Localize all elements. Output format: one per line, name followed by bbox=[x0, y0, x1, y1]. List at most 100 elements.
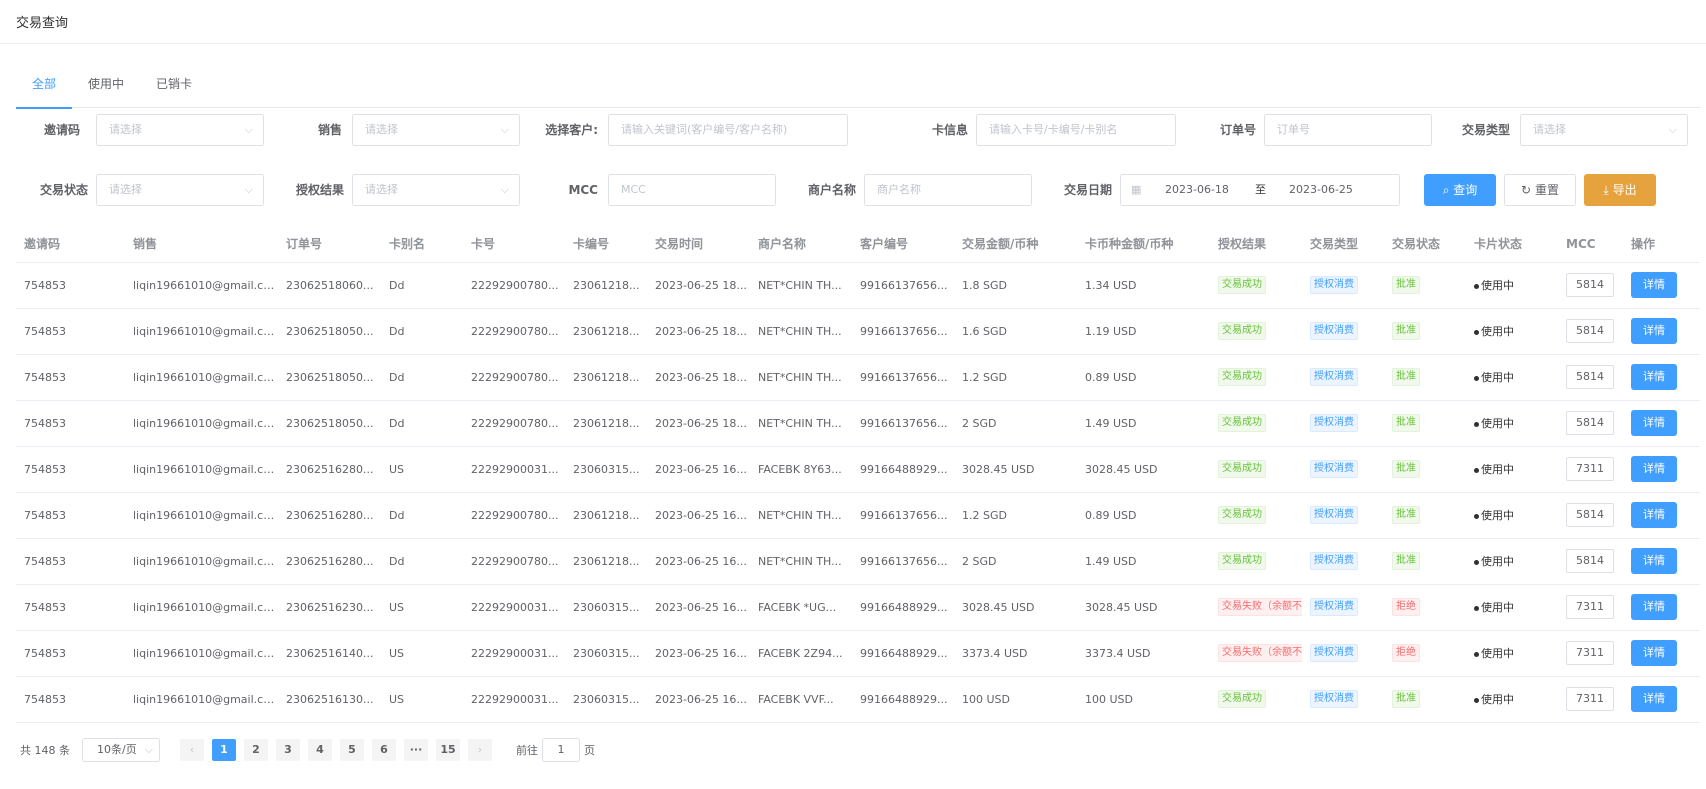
page-button[interactable]: 6 bbox=[372, 739, 396, 761]
cell-customer-no: 99166488929... bbox=[852, 676, 954, 723]
page-button[interactable]: 4 bbox=[308, 739, 332, 761]
more-pages-button[interactable]: ··· bbox=[404, 739, 428, 761]
detail-button[interactable]: 详情 bbox=[1631, 686, 1677, 712]
download-icon: ⤓ bbox=[1603, 183, 1609, 197]
detail-button[interactable]: 详情 bbox=[1631, 272, 1677, 298]
detail-button[interactable]: 详情 bbox=[1631, 364, 1677, 390]
auth-result-tag: 交易成功 bbox=[1218, 276, 1266, 294]
date-range-picker[interactable]: ▦ 2023-06-18 至 2023-06-25 bbox=[1120, 174, 1400, 206]
auth-result-label: 授权结果 bbox=[295, 183, 344, 197]
auth-result-tag: 交易成功 bbox=[1218, 552, 1266, 570]
trade-status-select[interactable]: 请选择 ⌵ bbox=[96, 174, 264, 206]
cell-customer-no: 99166137656... bbox=[852, 400, 954, 447]
prev-page-button[interactable]: ‹ bbox=[180, 739, 204, 761]
detail-button[interactable]: 详情 bbox=[1631, 502, 1677, 528]
tab-all[interactable]: 全部 bbox=[16, 72, 73, 109]
trade-type-select[interactable]: 请选择 ⌵ bbox=[1520, 114, 1688, 146]
page-size-select[interactable]: 10条/页 ⌵ bbox=[82, 738, 160, 762]
cell-trade-time: 2023-06-25 18... bbox=[647, 354, 750, 401]
table-row: 754853 liqin19661010@gmail.com 23062516280… bbox=[16, 538, 1700, 585]
cell-card-id: 23061218... bbox=[565, 492, 647, 539]
trade-status-tag: 批准 bbox=[1392, 322, 1420, 340]
trade-type-tag: 授权消费 bbox=[1310, 506, 1358, 524]
jump-label: 前往 bbox=[516, 744, 538, 757]
page-button[interactable]: 1 bbox=[212, 739, 236, 761]
jump-page-input[interactable]: 1 bbox=[542, 738, 580, 762]
page-button[interactable]: 2 bbox=[244, 739, 268, 761]
cell-amount: 2 SGD bbox=[954, 538, 1077, 585]
cell-amount: 2 SGD bbox=[954, 400, 1077, 447]
chevron-down-icon: ⌵ bbox=[500, 183, 509, 196]
filter-row-2: 交易状态 请选择 ⌵ 授权结果 请选择 ⌵ MCC MCC 商户名称 商户名称 … bbox=[0, 174, 1706, 206]
cell-card-amount: 1.19 USD bbox=[1077, 308, 1210, 355]
table-row: 754853 liqin19661010@gmail.com 23062516280… bbox=[16, 492, 1700, 539]
merchant-input[interactable]: 商户名称 bbox=[864, 174, 1032, 206]
cell-customer-no: 99166137656... bbox=[852, 308, 954, 355]
page-numbers: 1 2 3 4 5 6 ··· 15 bbox=[208, 739, 464, 761]
cell-order-no: 23062518050... bbox=[278, 400, 381, 447]
detail-button[interactable]: 详情 bbox=[1631, 410, 1677, 436]
auth-result-tag: 交易失败（余额不 bbox=[1218, 644, 1302, 662]
cell-card-id: 23061218... bbox=[565, 400, 647, 447]
page-header: 交易查询 bbox=[0, 0, 1706, 44]
cell-card-no: 22292900031... bbox=[463, 584, 565, 631]
search-button[interactable]: ⌕ 查询 bbox=[1424, 174, 1496, 206]
cell-card-alias: US bbox=[381, 584, 463, 631]
cell-sales-email: liqin19661010@gmail.com bbox=[125, 400, 278, 447]
status-dot-icon bbox=[1474, 513, 1479, 519]
cell-card-amount: 100 USD bbox=[1077, 676, 1210, 723]
mcc-value: 5814 bbox=[1566, 549, 1614, 573]
chevron-down-icon: ⌵ bbox=[500, 123, 509, 136]
cell-sales-email: liqin19661010@gmail.com bbox=[125, 354, 278, 401]
page-button[interactable]: 5 bbox=[340, 739, 364, 761]
cell-customer-no: 99166137656... bbox=[852, 354, 954, 401]
status-dot-icon bbox=[1474, 697, 1479, 703]
cell-merchant: NET*CHIN TH... bbox=[750, 262, 852, 309]
customer-input[interactable]: 请输入关键词(客户编号/客户名称) bbox=[608, 114, 848, 146]
export-button[interactable]: ⤓ 导出 bbox=[1584, 174, 1656, 206]
invite-code-select[interactable]: 请选择 ⌵ bbox=[96, 114, 264, 146]
cell-customer-no: 99166137656... bbox=[852, 492, 954, 539]
card-info-label: 卡信息 bbox=[931, 123, 968, 137]
table-row: 754853 liqin19661010@gmail.com 23062518050… bbox=[16, 308, 1700, 355]
page-button[interactable]: 15 bbox=[436, 739, 460, 761]
status-dot-icon bbox=[1474, 467, 1479, 473]
cell-order-no: 23062516280... bbox=[278, 538, 381, 585]
cell-customer-no: 99166488929... bbox=[852, 584, 954, 631]
cell-merchant: NET*CHIN TH... bbox=[750, 308, 852, 355]
tab-cancelled[interactable]: 已销卡 bbox=[140, 72, 208, 108]
detail-button[interactable]: 详情 bbox=[1631, 456, 1677, 482]
sales-select[interactable]: 请选择 ⌵ bbox=[352, 114, 520, 146]
reset-button[interactable]: ↻ 重置 bbox=[1504, 174, 1576, 206]
cell-customer-no: 99166137656... bbox=[852, 262, 954, 309]
status-dot-icon bbox=[1474, 375, 1479, 381]
table-row: 754853 liqin19661010@gmail.com 23062516140… bbox=[16, 630, 1700, 677]
next-page-button[interactable]: › bbox=[468, 739, 492, 761]
tab-in-use[interactable]: 使用中 bbox=[72, 72, 140, 108]
trade-status-label: 交易状态 bbox=[39, 183, 88, 197]
date-end[interactable]: 2023-06-25 bbox=[1289, 175, 1353, 205]
cell-amount: 1.6 SGD bbox=[954, 308, 1077, 355]
cell-merchant: FACEBK 2Z94... bbox=[750, 630, 852, 677]
cell-card-amount: 1.49 USD bbox=[1077, 538, 1210, 585]
cell-trade-time: 2023-06-25 18... bbox=[647, 308, 750, 355]
mcc-value: 7311 bbox=[1566, 457, 1614, 481]
mcc-label: MCC bbox=[568, 183, 598, 197]
col-sales: 销售 bbox=[125, 226, 278, 263]
trade-status-tag: 拒绝 bbox=[1392, 644, 1420, 662]
cell-sales-email: liqin19661010@gmail.com bbox=[125, 308, 278, 355]
cell-card-no: 22292900031... bbox=[463, 676, 565, 723]
col-auth: 授权结果 bbox=[1210, 226, 1302, 263]
cell-amount: 1.2 SGD bbox=[954, 354, 1077, 401]
page-button[interactable]: 3 bbox=[276, 739, 300, 761]
detail-button[interactable]: 详情 bbox=[1631, 594, 1677, 620]
cell-card-no: 22292900031... bbox=[463, 446, 565, 493]
order-no-input[interactable]: 订单号 bbox=[1264, 114, 1432, 146]
detail-button[interactable]: 详情 bbox=[1631, 318, 1677, 344]
detail-button[interactable]: 详情 bbox=[1631, 640, 1677, 666]
date-start[interactable]: 2023-06-18 bbox=[1165, 175, 1229, 205]
mcc-input[interactable]: MCC bbox=[608, 174, 776, 206]
auth-result-select[interactable]: 请选择 ⌵ bbox=[352, 174, 520, 206]
card-info-input[interactable]: 请输入卡号/卡编号/卡别名 bbox=[976, 114, 1176, 146]
detail-button[interactable]: 详情 bbox=[1631, 548, 1677, 574]
